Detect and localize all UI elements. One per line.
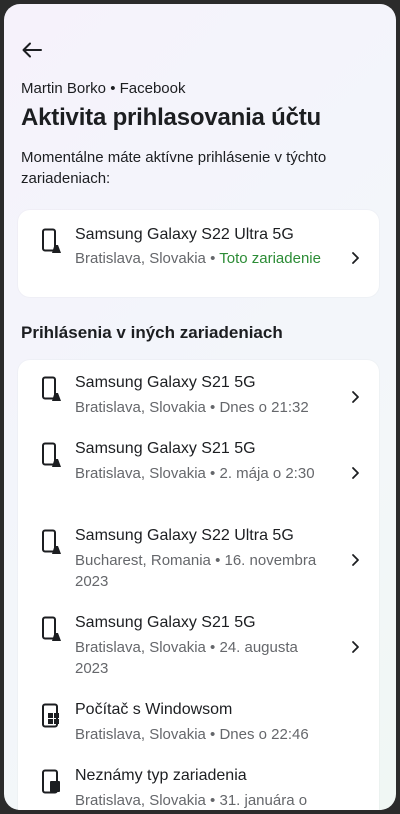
section-title: Prihlásenia v iných zariadeniach: [21, 323, 283, 342]
device-row[interactable]: Samsung Galaxy S21 5G Bratislava, Slovak…: [18, 426, 379, 513]
device-meta: Bratislava, Slovakia • Dnes o 21:32: [75, 399, 309, 416]
current-device-row[interactable]: Samsung Galaxy S22 Ultra 5G Bratislava, …: [18, 210, 379, 297]
back-button[interactable]: [16, 34, 48, 66]
phone-icon: [42, 616, 61, 641]
device-location: Bratislava, Slovakia: [75, 250, 206, 267]
device-name: Samsung Galaxy S21 5G: [75, 440, 256, 457]
device-meta: Bratislava, Slovakia • 24. augusta 2023: [75, 639, 298, 677]
meta-separator: •: [205, 250, 220, 267]
chevron-right-icon: [352, 467, 359, 479]
arrow-left-icon: [22, 42, 42, 58]
device-name: Neznámy typ zariadenia: [75, 767, 247, 784]
device-meta: Bratislava, Slovakia • Toto zariadenie: [75, 248, 325, 269]
phone-icon: [42, 228, 61, 253]
phone-icon: [42, 442, 61, 467]
device-row[interactable]: Počítač s Windowsom Bratislava, Slovakia…: [18, 687, 379, 753]
device-name: Samsung Galaxy S21 5G: [75, 374, 256, 391]
device-row[interactable]: Samsung Galaxy S22 Ultra 5G Bucharest, R…: [18, 513, 379, 600]
windows-icon: [42, 703, 59, 728]
other-devices-card: Samsung Galaxy S21 5G Bratislava, Slovak…: [18, 360, 379, 810]
this-device-label: Toto zariadenie: [219, 250, 321, 267]
page-title: Aktivita prihlasovania účtu: [21, 104, 322, 131]
device-meta: Bratislava, Slovakia • Dnes o 22:46: [75, 726, 309, 743]
page-description: Momentálne máte aktívne prihlásenie v tý…: [21, 149, 327, 187]
chevron-right-icon: [352, 641, 359, 653]
account-label: Martin Borko • Facebook: [21, 80, 186, 97]
chevron-right-icon: [352, 391, 359, 403]
chevron-right-icon: [352, 554, 359, 566]
device-meta: Bratislava, Slovakia • 2. mája o 2:30: [75, 465, 315, 482]
phone-icon: [42, 529, 61, 554]
device-name: Samsung Galaxy S22 Ultra 5G: [75, 226, 294, 243]
device-name: Samsung Galaxy S21 5G: [75, 614, 256, 631]
phone-icon: [42, 376, 61, 401]
device-meta: Bratislava, Slovakia • 31. januára o: [75, 792, 308, 809]
device-row[interactable]: Samsung Galaxy S21 5G Bratislava, Slovak…: [18, 600, 379, 687]
screen: Martin Borko • Facebook Aktivita prihlas…: [4, 4, 396, 810]
device-row[interactable]: Neznámy typ zariadenia Bratislava, Slova…: [18, 753, 379, 810]
device-name: Samsung Galaxy S22 Ultra 5G: [75, 527, 294, 544]
device-meta: Bucharest, Romania • 16. novembra 2023: [75, 552, 317, 590]
unknown-device-icon: [42, 769, 60, 794]
current-device-card: Samsung Galaxy S22 Ultra 5G Bratislava, …: [18, 210, 379, 297]
device-name: Počítač s Windowsom: [75, 701, 233, 718]
device-row[interactable]: Samsung Galaxy S21 5G Bratislava, Slovak…: [18, 360, 379, 426]
chevron-right-icon: [352, 252, 359, 264]
